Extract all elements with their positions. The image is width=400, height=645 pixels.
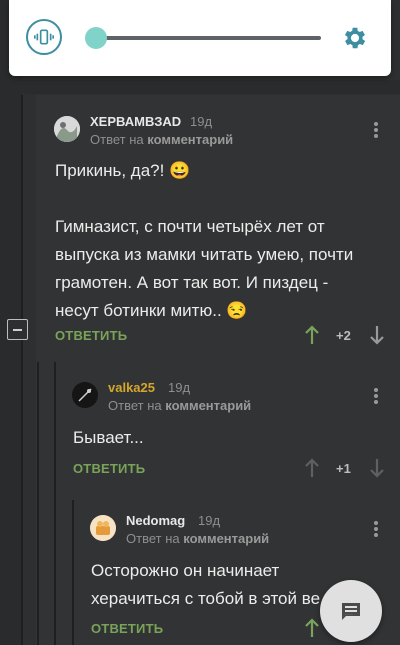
vibrate-icon xyxy=(34,29,54,45)
collapse-thread-button[interactable] xyxy=(7,319,28,340)
username[interactable]: valka25 xyxy=(108,380,155,395)
write-comment-button[interactable] xyxy=(320,580,382,642)
more-options-icon[interactable] xyxy=(370,386,382,406)
reply-to: Ответ на комментарий xyxy=(126,531,269,546)
avatar[interactable] xyxy=(90,515,116,541)
comment-age: 19д xyxy=(198,513,221,528)
downvote-arrow-icon[interactable] xyxy=(369,325,385,345)
reply-to: Ответ на комментарий xyxy=(108,398,251,413)
volume-slider-thumb[interactable] xyxy=(84,27,107,49)
user-avatar-icon xyxy=(54,116,80,142)
sound-settings-button[interactable] xyxy=(339,22,371,54)
comment-text: Прикинь, да?! 😀 Гимназист, с почти четыр… xyxy=(55,161,354,320)
comment-age: 19д xyxy=(168,380,191,395)
more-options-icon[interactable] xyxy=(370,519,382,539)
thread-line-2 xyxy=(37,362,39,645)
reply-button[interactable]: ОТВЕТИТЬ xyxy=(55,328,127,343)
thread-line-4 xyxy=(72,500,74,645)
username[interactable]: ХЕРВАМВЗАD xyxy=(90,114,181,129)
upvote-arrow-icon[interactable] xyxy=(304,325,320,345)
ringer-mode-button[interactable] xyxy=(26,19,62,55)
reply-target-link[interactable]: комментарий xyxy=(147,132,233,147)
upvote-arrow-icon[interactable] xyxy=(304,458,320,478)
upvote-arrow-icon[interactable] xyxy=(304,618,320,638)
reply-target-link[interactable]: комментарий xyxy=(183,531,269,546)
reply-prefix: Ответ на xyxy=(90,132,144,147)
username[interactable]: Nedomag xyxy=(126,513,185,528)
reply-button[interactable]: ОТВЕТИТЬ xyxy=(91,621,163,636)
volume-slider-track[interactable] xyxy=(89,36,321,40)
reply-target-link[interactable]: комментарий xyxy=(165,398,251,413)
gear-icon xyxy=(344,27,366,49)
user-avatar-icon xyxy=(72,382,98,408)
reply-to: Ответ на комментарий xyxy=(90,132,233,147)
more-options-icon[interactable] xyxy=(370,120,382,140)
chat-icon xyxy=(342,603,360,620)
reply-prefix: Ответ на xyxy=(126,531,180,546)
avatar[interactable] xyxy=(54,116,80,142)
avatar[interactable] xyxy=(72,382,98,408)
volume-panel xyxy=(9,0,391,76)
thread-line-1 xyxy=(21,95,23,645)
user-avatar-icon xyxy=(90,515,116,541)
downvote-arrow-icon[interactable] xyxy=(369,458,385,478)
reply-button[interactable]: ОТВЕТИТЬ xyxy=(73,461,145,476)
thread-line-3 xyxy=(54,362,56,645)
comment-text: Осторожно он начинает херачиться с тобой… xyxy=(91,561,321,608)
rating: +1 xyxy=(336,461,351,476)
comment-text: Бывает... xyxy=(73,428,144,447)
top-strip xyxy=(0,80,400,94)
reply-prefix: Ответ на xyxy=(108,398,162,413)
comment-age: 19д xyxy=(190,114,213,129)
rating: +2 xyxy=(336,328,351,343)
